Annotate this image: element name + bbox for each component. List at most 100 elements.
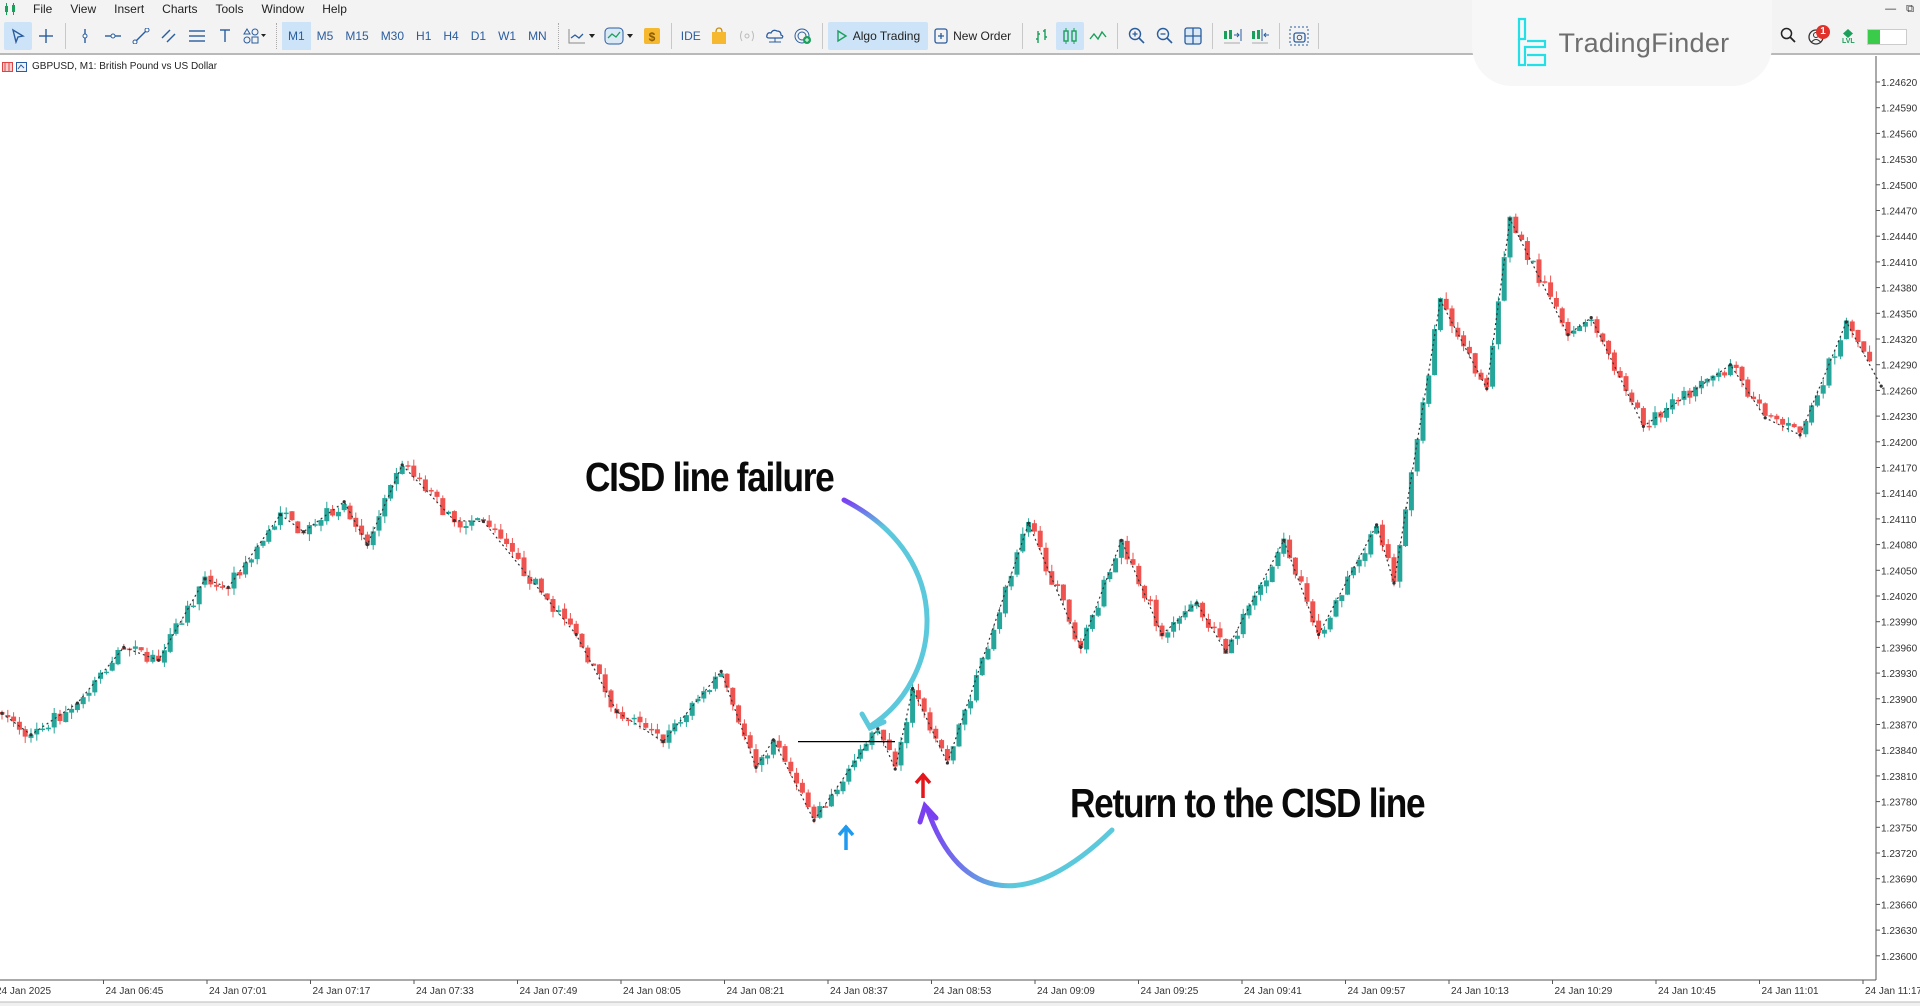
timeframe-m5[interactable]: M5 [311,22,340,50]
candle-body [40,728,46,731]
timeframe-m15[interactable]: M15 [339,22,374,50]
shapes-tool-button[interactable] [239,22,271,50]
radar-add-icon [794,28,811,44]
timeframe-h4[interactable]: H4 [437,22,464,50]
vps-button[interactable] [761,22,789,50]
time-tick-label: 24 Jan 09:09 [1037,986,1095,997]
chart-type-button[interactable] [564,22,600,50]
candlestick-chart-button[interactable] [1056,21,1085,50]
candle-body [915,690,921,700]
candle-body [828,794,834,807]
new-order-button[interactable]: New Order [928,22,1017,50]
menu-view[interactable]: View [61,2,105,16]
line-chart-button[interactable] [1084,22,1112,50]
price-chart[interactable]: 1.24620 1.24590 1.24560 1.24530 1.24500 1.244… [0,56,1920,1006]
vertical-line-tool-button[interactable] [71,22,99,50]
candle [231,566,237,595]
candle-body [1669,399,1675,410]
menu-tools[interactable]: Tools [207,2,253,16]
candle [324,501,330,525]
candle-body [411,465,417,477]
menu-charts[interactable]: Charts [153,2,206,16]
chart-title-text: GBPUSD, M1: British Pound vs US Dollar [32,61,218,72]
menu-file[interactable]: File [24,2,61,16]
candle [1258,582,1264,601]
price-tick-label: 1.23930 [1881,669,1918,680]
level-button[interactable]: LVL [1842,28,1855,45]
market-shop-button[interactable] [705,22,733,50]
timeframe-w1[interactable]: W1 [492,22,522,50]
candle [1466,340,1472,359]
candle-body [1060,584,1066,601]
crosshair-tool-button[interactable] [32,22,60,50]
chart-tabs-strip [0,1002,1920,1006]
candle [1240,608,1246,638]
bars-icon [1036,28,1048,43]
candle-body [504,538,510,544]
candle-body [1739,366,1745,381]
minimize-icon[interactable]: — [1885,3,1896,15]
candle-body [962,709,968,725]
ide-button[interactable]: IDE [677,22,705,50]
timeframe-m1[interactable]: M1 [282,21,311,50]
fibonacci-tool-button[interactable] [183,22,211,50]
price-tick-label: 1.23690 [1881,875,1918,886]
candle-body [1118,539,1124,558]
timeframe-m30[interactable]: M30 [375,22,410,50]
candle-body [562,608,568,619]
zoom-in-button[interactable] [1123,22,1151,50]
candle-body [1722,372,1728,376]
candle [817,801,823,820]
candle [1600,332,1606,345]
search-button[interactable] [1780,27,1796,46]
candle [509,538,515,559]
candle [1107,570,1113,583]
channel-tool-button[interactable] [155,22,183,50]
indicators-button[interactable] [600,22,638,50]
zoom-out-button[interactable] [1151,22,1179,50]
candle-body [1524,241,1530,261]
menu-insert[interactable]: Insert [105,2,153,16]
time-tick-label: 24 Jan 10:45 [1658,986,1716,997]
candle-body [654,729,660,734]
candle [1095,603,1101,618]
candle-body [1310,601,1316,623]
candle [417,472,423,482]
tile-windows-button[interactable] [1179,22,1207,50]
candle-body [1095,607,1101,616]
chart-shift-button[interactable] [1246,22,1274,50]
signals-button[interactable] [733,22,761,50]
price-tick-label: 1.23630 [1881,926,1918,937]
restore-icon[interactable]: ⧉ [1906,3,1914,16]
candle-body [1049,571,1055,585]
algo-trading-button[interactable]: Algo Trading [827,21,929,50]
zigzag-pivot [574,632,578,637]
candle [1478,369,1484,380]
candle-body [672,723,678,732]
candle-body [1455,327,1461,337]
candle-body [950,746,956,761]
autoscroll-button[interactable] [1218,22,1246,50]
bar-chart-button[interactable] [1028,22,1056,50]
price-tick-label: 1.24110 [1881,515,1917,526]
community-button[interactable] [789,22,817,50]
horizontal-line-icon [105,33,121,38]
market-button[interactable]: $ [638,22,666,50]
zigzag-pivot [1485,387,1489,391]
screenshot-button[interactable] [1285,22,1313,50]
cursor-tool-button[interactable] [4,21,32,50]
candle [434,489,440,504]
timeframe-d1[interactable]: D1 [465,22,492,50]
candle [1733,361,1739,375]
timeframe-mn[interactable]: MN [522,22,553,50]
candle-body [1826,358,1832,386]
menu-help[interactable]: Help [313,2,356,16]
account-notifications-button[interactable]: 1 [1808,24,1830,46]
menu-window[interactable]: Window [253,2,314,16]
trendline-tool-button[interactable] [127,22,155,50]
text-tool-button[interactable] [211,22,239,50]
horizontal-line-tool-button[interactable] [99,22,127,50]
candle-body [637,716,643,723]
timeframe-h1[interactable]: H1 [410,22,437,50]
autoscroll-icon [1224,28,1242,43]
